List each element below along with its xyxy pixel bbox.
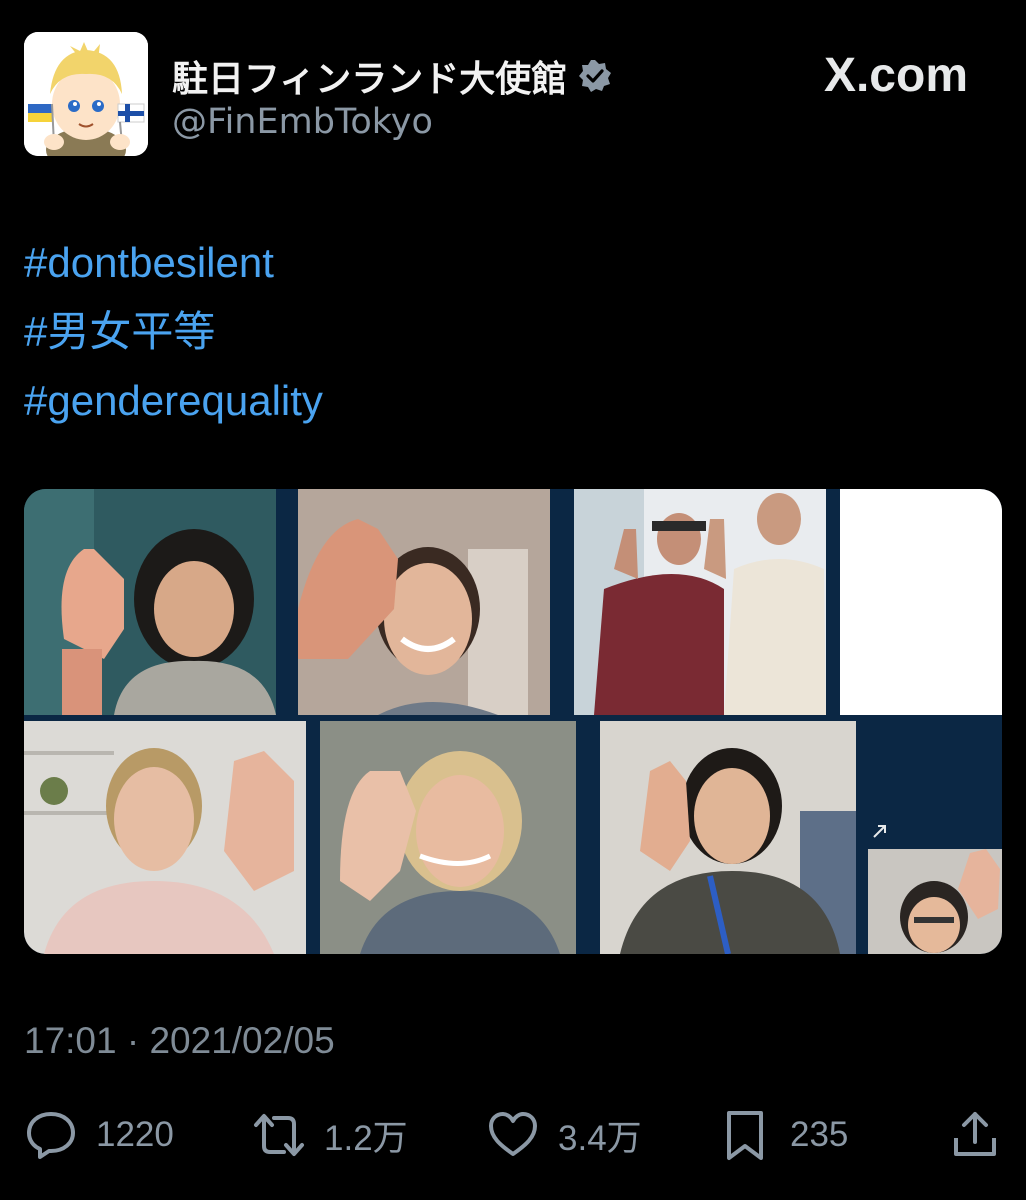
tweet-header: 駐日フィンランド大使館 @FinEmbTokyo X.com [24,32,1004,158]
blank-white-tile [840,489,1002,715]
participant-tile-3 [574,489,826,715]
tweet-timestamp[interactable]: 17:01 · 2021/02/05 [24,1020,335,1062]
participant-tile-4 [24,721,306,954]
bookmark-button[interactable]: 235 [718,1100,848,1170]
person-waving-icon [24,489,276,715]
bookmark-icon [727,1111,763,1160]
share-button[interactable] [948,1100,1002,1170]
reply-icon [27,1112,75,1159]
participant-tile-6 [600,721,856,954]
like-button[interactable]: 3.4万 [486,1100,642,1170]
participant-tile-2 [298,489,550,715]
bookmark-count: 235 [790,1115,849,1154]
participant-tile-7 [868,849,1002,954]
retweet-button[interactable]: 1.2万 [252,1100,408,1170]
person-waving-with-headset-icon [600,721,856,954]
person-waving-with-glasses-icon [868,849,1002,954]
x-brand-logo: X.com [823,49,968,102]
like-count: 3.4万 [558,1118,642,1158]
person-waving-icon [24,721,306,954]
person-waving-icon [298,489,550,715]
reply-button[interactable]: 1220 [24,1100,174,1170]
share-icon [954,1112,996,1156]
verified-badge-icon [579,60,612,92]
author-name-row: 駐日フィンランド大使館 [172,50,613,102]
person-waving-icon [320,721,576,954]
tweet-media-image[interactable] [24,489,1002,954]
hashtag-danjo-byodo[interactable]: #男女平等 [24,297,323,366]
author-avatar[interactable] [24,32,148,156]
avatar-illustration-icon [24,32,148,156]
author-handle[interactable]: @FinEmbTokyo [172,102,433,142]
participant-tile-1 [24,489,276,715]
retweet-icon [254,1114,304,1156]
expand-arrow-icon [870,821,890,841]
heart-icon [489,1112,537,1156]
tweet-action-bar: 1220 1.2万 3.4万 235 [24,1100,1004,1170]
participant-tile-5 [320,721,576,954]
retweet-count: 1.2万 [324,1118,408,1158]
two-people-waving-icon [574,489,826,715]
hashtag-dontbesilent[interactable]: #dontbesilent [24,228,323,297]
reply-count: 1220 [96,1115,174,1154]
author-display-name[interactable]: 駐日フィンランド大使館 [172,50,567,102]
tweet-text: #dontbesilent #男女平等 #genderequality [24,228,323,435]
hashtag-genderequality[interactable]: #genderequality [24,366,323,435]
